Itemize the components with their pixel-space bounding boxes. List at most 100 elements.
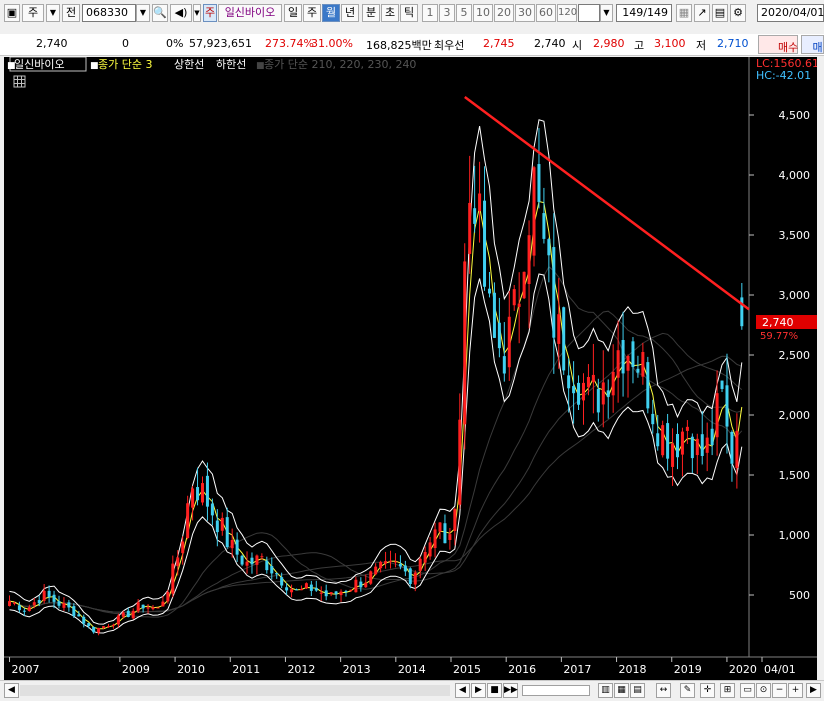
candle-body [166, 592, 169, 601]
draw-icon[interactable]: ✎ [680, 683, 695, 698]
interval-5[interactable]: 5 [456, 4, 472, 22]
tab-month[interactable]: 월 [322, 4, 340, 22]
zoom-in-icon[interactable]: + [788, 683, 803, 698]
tab-tick-label: 틱 [404, 6, 414, 19]
candle-body [310, 585, 313, 591]
interval-30[interactable]: 30 [515, 4, 535, 22]
candle-body [429, 542, 432, 556]
candle-body [107, 626, 110, 627]
zoom-slider[interactable] [522, 685, 590, 696]
candle-body [8, 601, 11, 606]
stock-name[interactable]: 일신바이오 [218, 4, 282, 22]
candle-body [231, 540, 234, 548]
candle-body [359, 582, 362, 588]
bar-count-input[interactable]: 149/149 [616, 4, 672, 22]
trend-tool-icon[interactable]: ↗ [694, 4, 710, 22]
tab-year[interactable]: 년 [341, 4, 359, 22]
speaker-dropdown-icon[interactable]: ▼ [193, 4, 201, 22]
bid-price: 2,740 [534, 37, 566, 50]
line-mode-icon[interactable]: ▦ [614, 683, 629, 698]
price-chart[interactable]: 4,5004,0003,5003,0002,5002,0001,5001,000… [4, 57, 817, 680]
compare-icon[interactable]: ▤ [630, 683, 645, 698]
chart-canvas[interactable]: 4,5004,0003,5003,0002,5002,0001,5001,000… [4, 57, 817, 680]
indicator-grid-icon[interactable] [14, 76, 25, 87]
crosshair-icon[interactable]: ✛ [700, 683, 715, 698]
ask-price: 2,745 [483, 37, 515, 50]
candle-body [384, 561, 387, 564]
tab-minute[interactable]: 분 [362, 4, 380, 22]
candle-body [656, 433, 659, 446]
scroll-prev-icon[interactable]: ◀ [455, 683, 470, 698]
market-label: 전 [66, 6, 76, 19]
zoom-icon[interactable]: ⊙ [756, 683, 771, 698]
candle-body [394, 561, 397, 562]
scroll-left-icon[interactable]: ◀ [4, 683, 19, 698]
change-percent: 0% [166, 37, 183, 50]
candle-body [607, 390, 610, 396]
tab-day-label: 일 [288, 6, 298, 19]
scroll-end-icon[interactable]: ▶▶ [503, 683, 518, 698]
legend-stock-name: 일신바이오 [14, 57, 65, 71]
candle-body [62, 603, 65, 608]
stock-code-input[interactable]: 068330 [82, 4, 136, 22]
scroll-right-icon[interactable]: ▶ [806, 683, 821, 698]
stock-code-dropdown-icon[interactable]: ▼ [136, 4, 150, 22]
candle-body [641, 352, 644, 377]
candle-body [255, 556, 258, 565]
x-tick-label: 2016 [508, 663, 536, 676]
zoom-out-icon[interactable]: − [772, 683, 787, 698]
scroll-track[interactable] [20, 685, 450, 696]
candle-body [13, 603, 16, 604]
tab-tick[interactable]: 틱 [400, 4, 418, 22]
legend-upper-band: 상한선 [174, 58, 204, 71]
interval-120-label: 120 [558, 7, 577, 18]
tab-week[interactable]: 주 [303, 4, 321, 22]
sell-button[interactable]: 매도 [801, 35, 824, 54]
candle-body [152, 607, 155, 609]
tab-second[interactable]: 초 [381, 4, 399, 22]
search-icon[interactable]: 🔍 [152, 4, 168, 22]
interval-120[interactable]: 120 [557, 4, 577, 22]
candle-body [557, 314, 560, 344]
tab-day[interactable]: 일 [284, 4, 302, 22]
gear-icon[interactable]: ⚙ [730, 4, 746, 22]
x-tick-label: 2010 [177, 663, 205, 676]
candle-body [211, 504, 214, 516]
candle-body [340, 592, 343, 595]
low-label: 저 [696, 37, 706, 53]
grid-icon[interactable]: ▦ [676, 4, 692, 22]
play-icon[interactable]: ▶ [471, 683, 486, 698]
interval-3[interactable]: 3 [439, 4, 455, 22]
ruler-icon[interactable]: ⊞ [720, 683, 735, 698]
zoom-box-icon[interactable]: ▭ [740, 683, 755, 698]
candle-body [696, 439, 699, 455]
stock-code-value: 068330 [86, 6, 128, 19]
asset-type-dropdown-icon[interactable]: ▼ [46, 4, 60, 22]
window-icon[interactable]: ▣ [4, 4, 20, 22]
interval-60[interactable]: 60 [536, 4, 556, 22]
volume-ratio: 273.74% [265, 37, 314, 50]
interval-20-label: 20 [497, 6, 511, 19]
interval-dropdown-icon[interactable]: ▼ [600, 4, 613, 22]
x-tick-label: 2020 [729, 663, 757, 676]
candle-body [404, 566, 407, 572]
stop-icon[interactable]: ■ [487, 683, 502, 698]
y-tick-label: 3,500 [779, 229, 811, 242]
bar-mode-icon[interactable]: ▥ [598, 683, 613, 698]
interval-1[interactable]: 1 [422, 4, 438, 22]
save-icon[interactable]: ▤ [712, 4, 728, 22]
asset-type-select[interactable]: 주 [22, 4, 44, 22]
candle-body [547, 239, 550, 255]
candle-body [730, 432, 733, 464]
fit-icon[interactable]: ↔ [656, 683, 671, 698]
interval-20[interactable]: 20 [494, 4, 514, 22]
buy-button[interactable]: 매수 [758, 35, 798, 54]
speaker-icon[interactable]: ◀) [170, 4, 192, 22]
interval-10[interactable]: 10 [473, 4, 493, 22]
candle-body [651, 414, 654, 424]
candle-body [132, 611, 135, 618]
candle-body [102, 626, 105, 628]
interval-custom-input[interactable] [578, 4, 600, 22]
date-input[interactable]: 2020/04/01 [757, 4, 824, 22]
market-select[interactable]: 전 [62, 4, 80, 22]
